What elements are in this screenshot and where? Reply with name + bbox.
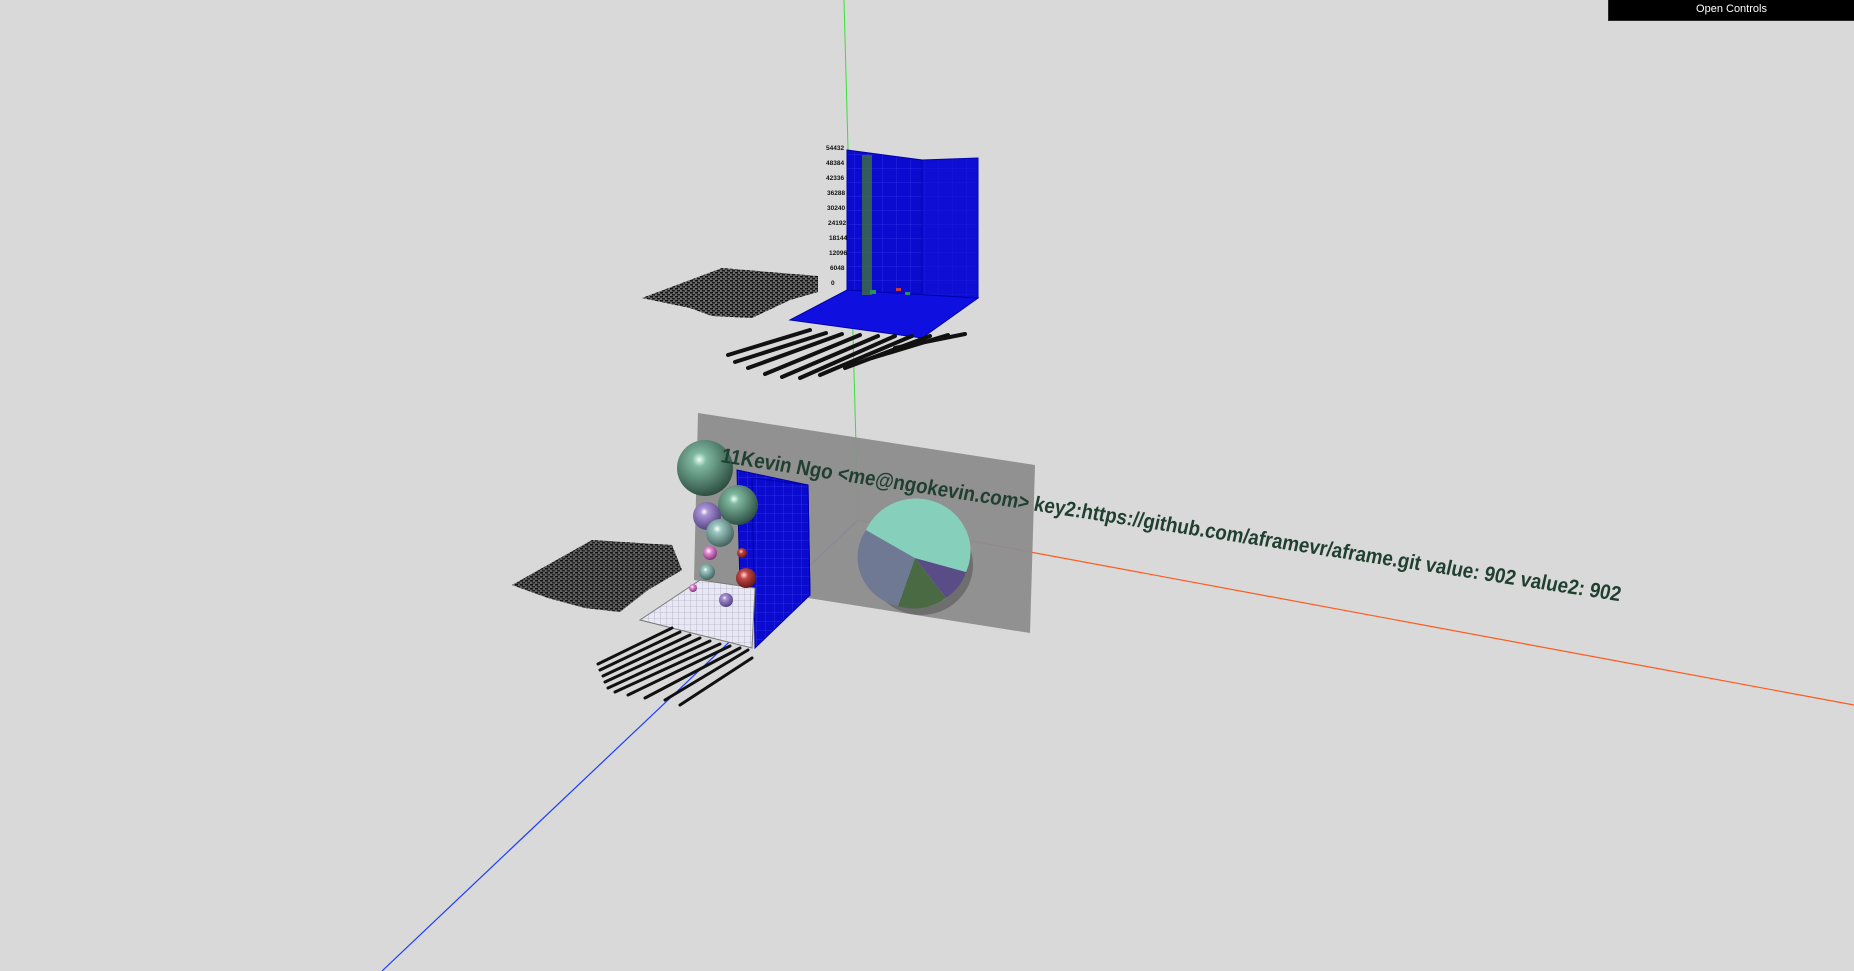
sphere-glyph[interactable]: [737, 548, 747, 558]
lower-bar-chart: [512, 440, 811, 707]
sphere-glyph[interactable]: [703, 546, 717, 560]
upper-front-labels: [726, 328, 967, 380]
upper-tall-bar: [862, 155, 872, 295]
3d-scene-canvas[interactable]: 54432 48384 42336 36288 30240 24192 1814…: [0, 0, 1854, 971]
upper-y-tick: 0: [831, 280, 835, 287]
open-controls-button[interactable]: Open Controls: [1608, 0, 1854, 21]
upper-y-tick: 42336: [826, 175, 844, 182]
lower-side-wall: [751, 477, 811, 650]
sphere-glyph[interactable]: [718, 485, 758, 525]
sphere-glyph[interactable]: [699, 564, 715, 580]
sphere-glyph[interactable]: [706, 519, 734, 547]
upper-bar-chart: 54432 48384 42336 36288 30240 24192 1814…: [642, 145, 980, 380]
upper-y-tick: 36288: [827, 190, 845, 197]
upper-y-tick: 6048: [830, 265, 845, 272]
sphere-glyph[interactable]: [719, 593, 733, 607]
upper-y-tick: 18144: [829, 235, 847, 242]
upper-y-tick: 48384: [826, 160, 844, 167]
sphere-glyph[interactable]: [736, 568, 756, 588]
upper-y-tick: 30240: [827, 205, 845, 212]
upper-y-tick: 54432: [826, 145, 844, 152]
upper-y-ticks: 54432 48384 42336 36288 30240 24192 1814…: [826, 145, 847, 287]
upper-y-tick: 24192: [828, 220, 846, 227]
upper-y-tick: 12096: [829, 250, 847, 257]
sphere-glyph[interactable]: [689, 584, 697, 592]
upper-floor: [788, 289, 980, 339]
upper-back-wall: [846, 149, 923, 301]
